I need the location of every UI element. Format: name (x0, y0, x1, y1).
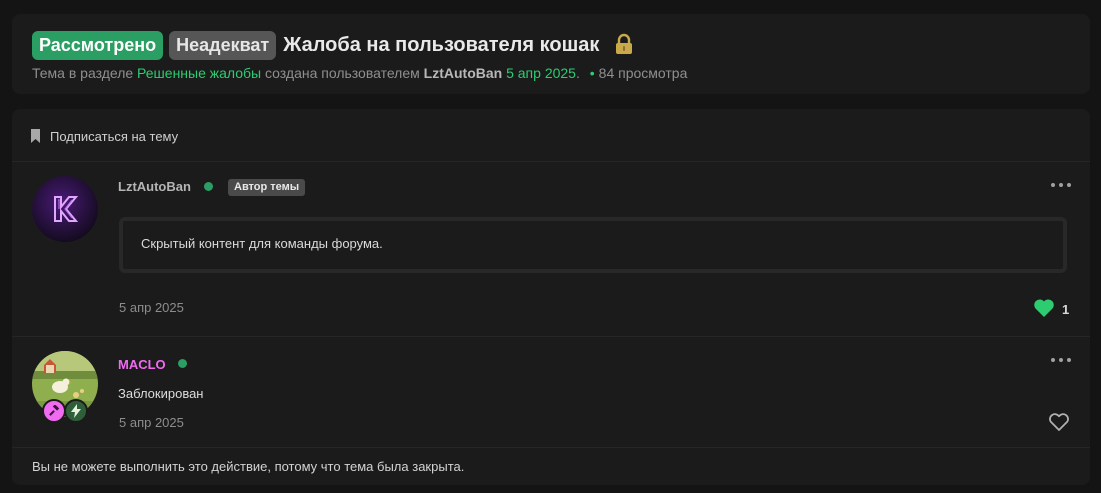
post-item: MACLO Заблокирован 5 апр 2025 (12, 337, 1090, 447)
subscribe-button[interactable]: Подписаться на тему (30, 127, 178, 145)
post-date[interactable]: 5 апр 2025 (119, 300, 184, 315)
thread-header: Рассмотрено Неадекват Жалоба на пользова… (12, 14, 1090, 94)
more-options-icon[interactable] (1051, 358, 1071, 364)
post-date[interactable]: 5 апр 2025 (119, 415, 184, 430)
meta-author-link[interactable]: LztAutoBan (424, 65, 503, 81)
thread-closed-note: Вы не можете выполнить это действие, пот… (32, 459, 465, 474)
meta-created-by: создана пользователем (265, 65, 420, 81)
hidden-content-box: Скрытый контент для команды форума. (119, 217, 1067, 273)
subscribe-label: Подписаться на тему (50, 128, 179, 144)
bookmark-icon (31, 129, 40, 143)
lightning-icon (64, 399, 88, 423)
meta-section-link[interactable]: Решенные жалобы (137, 65, 261, 81)
post-text: Заблокирован (118, 386, 204, 401)
heart-outline-icon[interactable] (1048, 412, 1070, 432)
online-indicator (204, 182, 213, 191)
online-indicator (178, 359, 187, 368)
meta-separator-dot: • (589, 65, 595, 81)
hidden-content-text: Скрытый контент для команды форума. (141, 236, 383, 251)
meta-period: . (575, 65, 580, 81)
post-item: LztAutoBan Автор темы Скрытый контент дл… (12, 162, 1090, 336)
lock-icon (615, 33, 633, 55)
divider (12, 447, 1090, 448)
thread-meta: Тема в разделе Решенные жалобы создана п… (32, 65, 687, 81)
thread-title: Жалоба на пользователя кошак (283, 33, 600, 56)
meta-topic-in: Тема в разделе (32, 65, 134, 81)
thread-title-row: Рассмотрено Неадекват Жалоба на пользова… (32, 30, 633, 60)
meta-views: 84 просмотра (598, 65, 688, 81)
thread-content: Подписаться на тему LztAutoBan Автор тем… (12, 109, 1090, 485)
gavel-icon (42, 399, 66, 423)
prefix-reviewed[interactable]: Рассмотрено (32, 30, 164, 60)
avatar[interactable] (32, 176, 98, 242)
like-count: 1 (1062, 302, 1070, 317)
heart-icon[interactable] (1033, 298, 1055, 318)
author-badge: Автор темы (228, 179, 306, 196)
post-username[interactable]: MACLO (118, 357, 166, 372)
prefix-inadequate[interactable]: Неадекват (169, 30, 277, 60)
meta-date-link[interactable]: 5 апр 2025 (506, 65, 576, 81)
more-options-icon[interactable] (1051, 183, 1071, 189)
post-username[interactable]: LztAutoBan (118, 179, 191, 194)
